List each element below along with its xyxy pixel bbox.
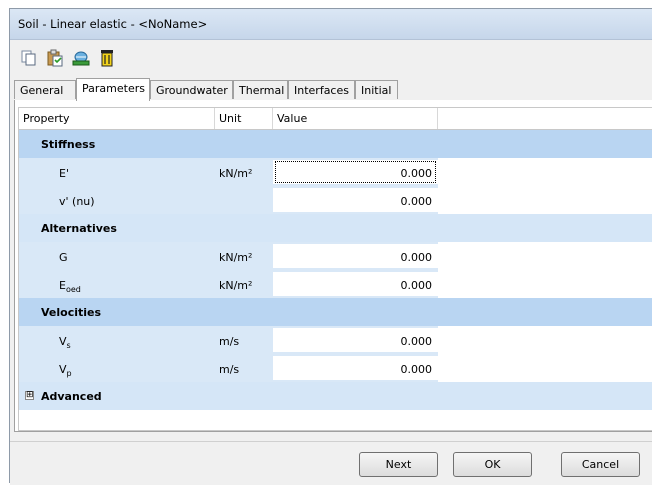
property-unit: kN/m² bbox=[219, 167, 253, 180]
property-unit: m/s bbox=[219, 363, 240, 376]
dialog-footer: Next OK Cancel bbox=[10, 441, 652, 485]
header-property[interactable]: Property bbox=[19, 108, 215, 129]
value-field-g[interactable]: 0.000 bbox=[275, 245, 436, 267]
property-name: Vp bbox=[59, 363, 72, 379]
grid-header: Property Unit Value bbox=[19, 108, 652, 130]
expand-plus-icon[interactable]: ⊞ bbox=[25, 391, 34, 400]
group-velocities[interactable]: Velocities bbox=[19, 298, 652, 326]
property-unit: m/s bbox=[219, 335, 240, 348]
tab-parameters[interactable]: Parameters bbox=[76, 78, 150, 101]
value-field-vs[interactable]: 0.000 bbox=[275, 329, 436, 351]
paste-icon[interactable] bbox=[44, 47, 66, 69]
delete-icon[interactable] bbox=[96, 47, 118, 69]
group-advanced[interactable]: ⊞ Advanced bbox=[19, 382, 652, 410]
value-field-eoed[interactable]: 0.000 bbox=[275, 273, 436, 295]
header-value[interactable]: Value bbox=[273, 108, 438, 129]
property-name: Eoed bbox=[59, 279, 81, 295]
parameters-panel: Property Unit Value Stiffness E' kN/m² 0… bbox=[14, 100, 652, 432]
property-grid: Property Unit Value Stiffness E' kN/m² 0… bbox=[18, 107, 652, 431]
table-row: Vs m/s 0.000 bbox=[19, 326, 652, 354]
group-label: Velocities bbox=[41, 306, 102, 319]
ok-button[interactable]: OK bbox=[453, 452, 532, 477]
group-stiffness[interactable]: Stiffness bbox=[19, 130, 652, 158]
table-row: Eoed kN/m² 0.000 bbox=[19, 270, 652, 298]
tab-thermal[interactable]: Thermal bbox=[233, 80, 288, 99]
value-field-nu[interactable]: 0.000 bbox=[275, 189, 436, 211]
table-row: v' (nu) 0.000 bbox=[19, 186, 652, 214]
group-label: Stiffness bbox=[41, 138, 96, 151]
table-row: E' kN/m² 0.000 bbox=[19, 158, 652, 186]
property-unit: kN/m² bbox=[219, 251, 253, 264]
property-unit: kN/m² bbox=[219, 279, 253, 292]
header-unit[interactable]: Unit bbox=[215, 108, 273, 129]
cancel-button[interactable]: Cancel bbox=[561, 452, 640, 477]
group-label: Advanced bbox=[41, 390, 102, 403]
toolbar bbox=[10, 40, 652, 76]
next-button[interactable]: Next bbox=[359, 452, 438, 477]
property-name: Vs bbox=[59, 335, 71, 351]
copy-icon[interactable] bbox=[18, 47, 40, 69]
group-alternatives[interactable]: Alternatives bbox=[19, 214, 652, 242]
value-field-vp[interactable]: 0.000 bbox=[275, 357, 436, 379]
tab-interfaces[interactable]: Interfaces bbox=[288, 80, 355, 99]
tab-general[interactable]: General bbox=[14, 80, 76, 99]
group-label: Alternatives bbox=[41, 222, 117, 235]
dialog-window: Soil - Linear elastic - <NoName> General… bbox=[9, 8, 652, 485]
tab-strip: General Parameters Groundwater Thermal I… bbox=[14, 78, 652, 101]
property-name: G bbox=[59, 251, 68, 264]
table-row: Vp m/s 0.000 bbox=[19, 354, 652, 382]
tab-initial[interactable]: Initial bbox=[355, 80, 398, 99]
property-name: v' (nu) bbox=[59, 195, 95, 208]
title-bar[interactable]: Soil - Linear elastic - <NoName> bbox=[10, 9, 652, 40]
value-field-e[interactable]: 0.000 bbox=[275, 161, 436, 183]
tab-groundwater[interactable]: Groundwater bbox=[150, 80, 233, 99]
database-icon[interactable] bbox=[70, 47, 92, 69]
window-title: Soil - Linear elastic - <NoName> bbox=[18, 17, 208, 31]
table-row: G kN/m² 0.000 bbox=[19, 242, 652, 270]
property-name: E' bbox=[59, 167, 69, 180]
